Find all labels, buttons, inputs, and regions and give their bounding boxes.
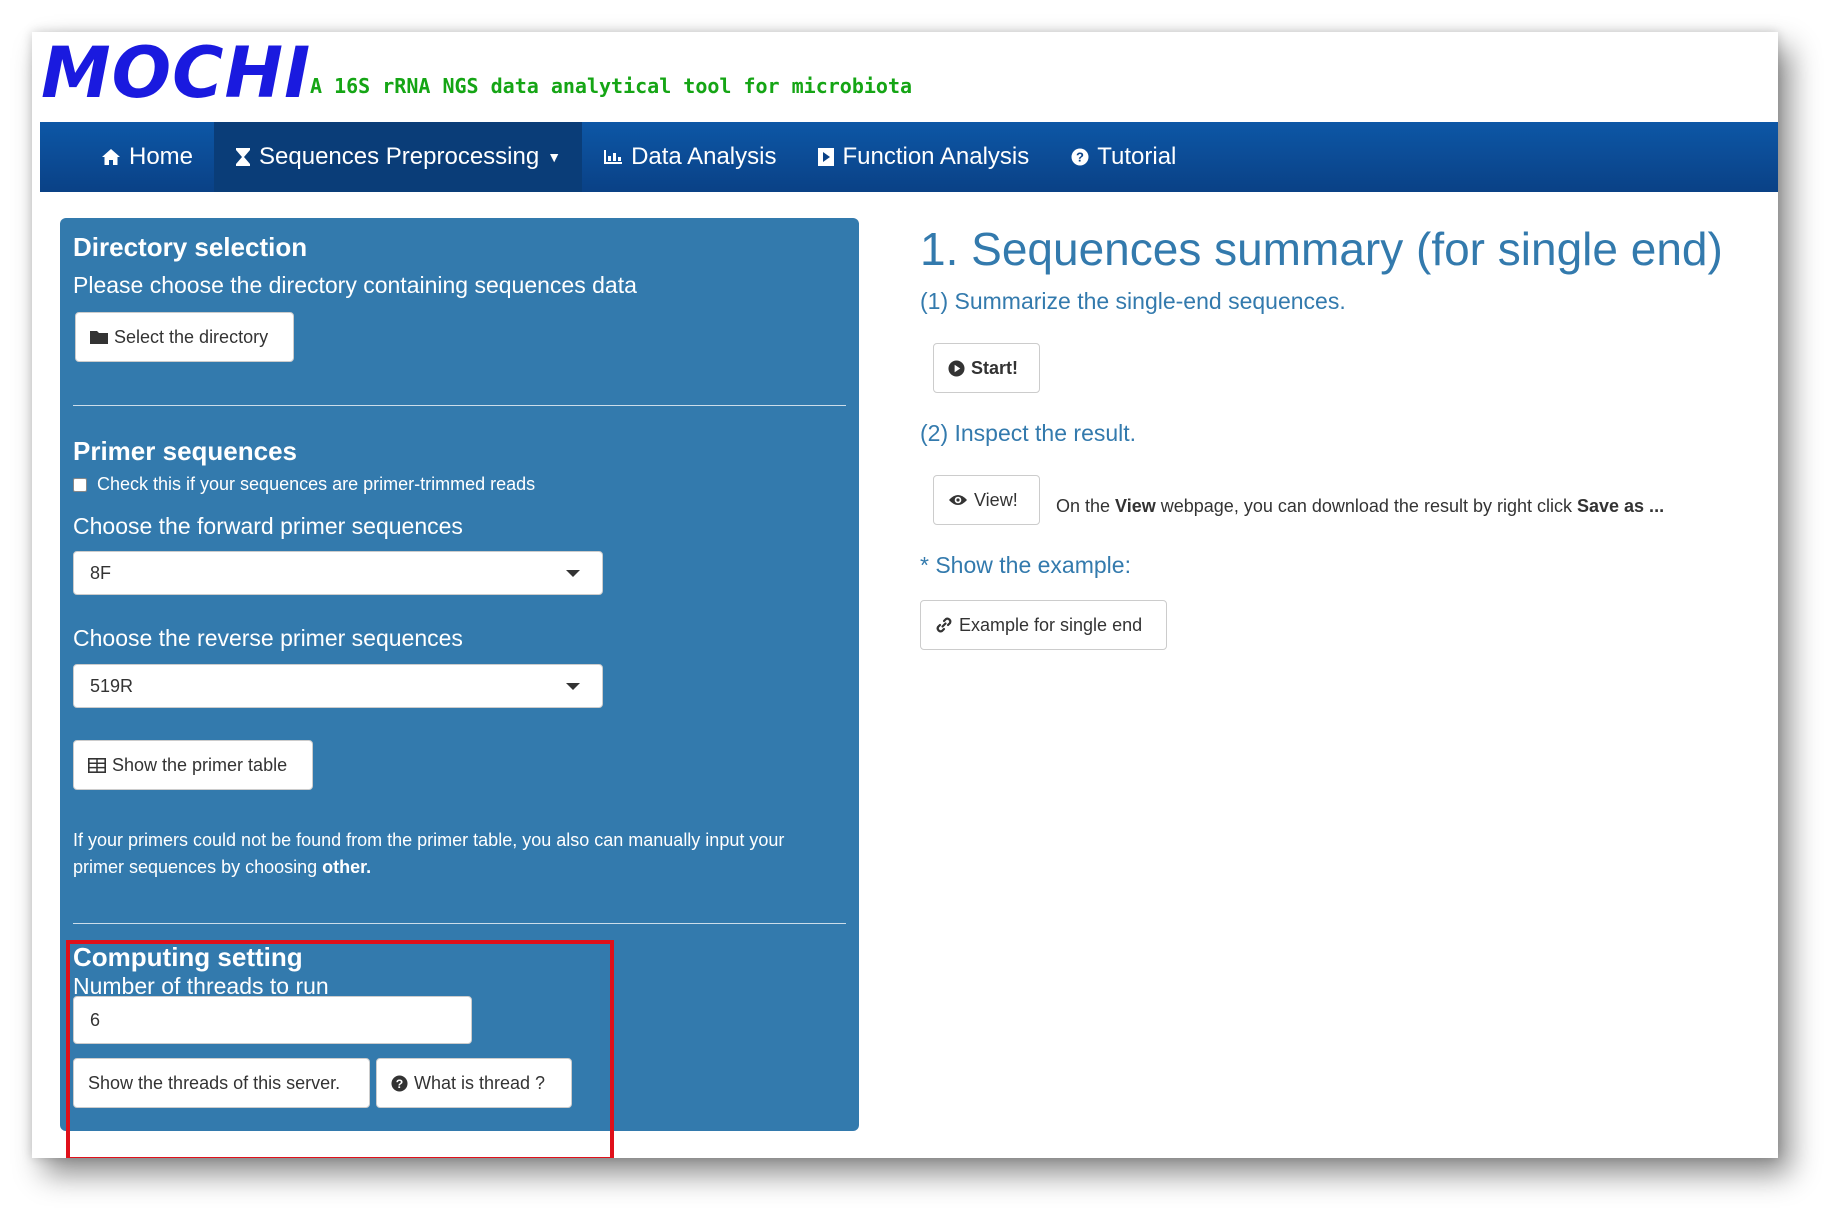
directory-selection-text: Please choose the directory containing s… xyxy=(73,272,637,298)
forward-primer-value: 8F xyxy=(90,562,112,583)
what-is-thread-button[interactable]: ? What is thread ? xyxy=(376,1058,572,1108)
example-single-end-button[interactable]: Example for single end xyxy=(920,600,1167,650)
primer-trimmed-checkbox-label: Check this if your sequences are primer-… xyxy=(97,474,536,494)
start-label: Start! xyxy=(971,357,1019,378)
forward-primer-label: Choose the forward primer sequences xyxy=(73,513,463,539)
view-hint-view: View xyxy=(1115,496,1156,516)
play-icon xyxy=(818,148,835,166)
link-icon xyxy=(935,616,953,634)
home-icon xyxy=(101,148,121,166)
page-title: 1. Sequences summary (for single end) xyxy=(920,223,1723,275)
header: MOCHI A 16S rRNA NGS data analytical too… xyxy=(32,32,1778,122)
nav-function-analysis[interactable]: Function Analysis xyxy=(797,122,1050,192)
nav-function-analysis-label: Function Analysis xyxy=(842,143,1030,170)
primer-trimmed-checkbox[interactable] xyxy=(73,477,87,492)
show-primer-table-button[interactable]: Show the primer table xyxy=(73,740,313,790)
nav-tutorial-label: Tutorial xyxy=(1097,143,1177,170)
main-navbar: Home Sequences Preprocessing ▼ Data Anal… xyxy=(40,122,1778,192)
primer-note-text: If your primers could not be found from … xyxy=(73,830,785,877)
primer-note: If your primers could not be found from … xyxy=(73,827,833,881)
app-tagline: A 16S rRNA NGS data analytical tool for … xyxy=(310,74,913,98)
view-hint-save-as: Save as ... xyxy=(1577,496,1665,516)
select-directory-label: Select the directory xyxy=(114,326,269,347)
nav-data-analysis-label: Data Analysis xyxy=(631,143,777,170)
select-directory-button[interactable]: Select the directory xyxy=(75,312,294,362)
eye-icon xyxy=(948,493,968,507)
forward-primer-select[interactable]: 8F xyxy=(73,551,603,595)
primer-note-other: other. xyxy=(322,857,372,877)
question-circle-icon: ? xyxy=(1071,148,1089,166)
chevron-down-icon xyxy=(566,683,580,690)
app-window: MOCHI A 16S rRNA NGS data analytical too… xyxy=(32,32,1778,1158)
chevron-down-icon xyxy=(566,570,580,577)
divider xyxy=(73,405,846,406)
threads-input[interactable]: 6 xyxy=(73,996,472,1044)
table-icon xyxy=(88,757,106,773)
chevron-down-icon: ▼ xyxy=(547,149,562,165)
divider xyxy=(73,923,846,924)
sidebar-panel: Directory selection Please choose the di… xyxy=(60,218,859,1131)
nav-data-analysis[interactable]: Data Analysis xyxy=(582,122,797,192)
folder-icon xyxy=(90,330,108,344)
app-logo: MOCHI xyxy=(41,32,312,114)
view-button[interactable]: View! xyxy=(933,475,1040,525)
nav-home-label: Home xyxy=(129,143,194,170)
bar-chart-icon xyxy=(603,149,623,165)
reverse-primer-value: 519R xyxy=(90,675,134,696)
nav-sequences-preprocessing-label: Sequences Preprocessing xyxy=(259,143,540,170)
start-button[interactable]: Start! xyxy=(933,343,1040,393)
play-circle-icon xyxy=(948,359,965,377)
hourglass-icon xyxy=(235,147,251,167)
primer-trimmed-checkbox-row[interactable]: Check this if your sequences are primer-… xyxy=(73,474,535,495)
computing-setting-heading: Computing setting xyxy=(73,942,303,972)
nav-tutorial[interactable]: ? Tutorial xyxy=(1050,122,1197,192)
question-circle-icon: ? xyxy=(391,1074,408,1092)
view-hint: On the View webpage, you can download th… xyxy=(1056,496,1664,517)
primer-sequences-heading: Primer sequences xyxy=(73,436,298,466)
step2-text: (2) Inspect the result. xyxy=(920,420,1137,446)
what-is-thread-label: What is thread ? xyxy=(414,1072,546,1093)
directory-selection-heading: Directory selection xyxy=(73,232,308,262)
nav-home[interactable]: Home xyxy=(80,122,214,192)
threads-value: 6 xyxy=(90,1009,101,1030)
svg-text:?: ? xyxy=(396,1076,404,1090)
view-hint-prefix: On the xyxy=(1056,496,1116,516)
show-primer-table-label: Show the primer table xyxy=(112,754,288,775)
view-label: View! xyxy=(974,489,1018,510)
nav-sequences-preprocessing[interactable]: Sequences Preprocessing ▼ xyxy=(214,122,583,192)
show-threads-button[interactable]: Show the threads of this server. xyxy=(73,1058,370,1108)
reverse-primer-select[interactable]: 519R xyxy=(73,664,603,708)
view-hint-middle: webpage, you can download the result by … xyxy=(1155,496,1577,516)
example-label: * Show the example: xyxy=(920,552,1131,578)
example-single-end-label: Example for single end xyxy=(959,614,1143,635)
reverse-primer-label: Choose the reverse primer sequences xyxy=(73,625,463,651)
svg-text:?: ? xyxy=(1076,150,1084,165)
step1-text: (1) Summarize the single-end sequences. xyxy=(920,288,1346,314)
show-threads-label: Show the threads of this server. xyxy=(88,1072,341,1093)
